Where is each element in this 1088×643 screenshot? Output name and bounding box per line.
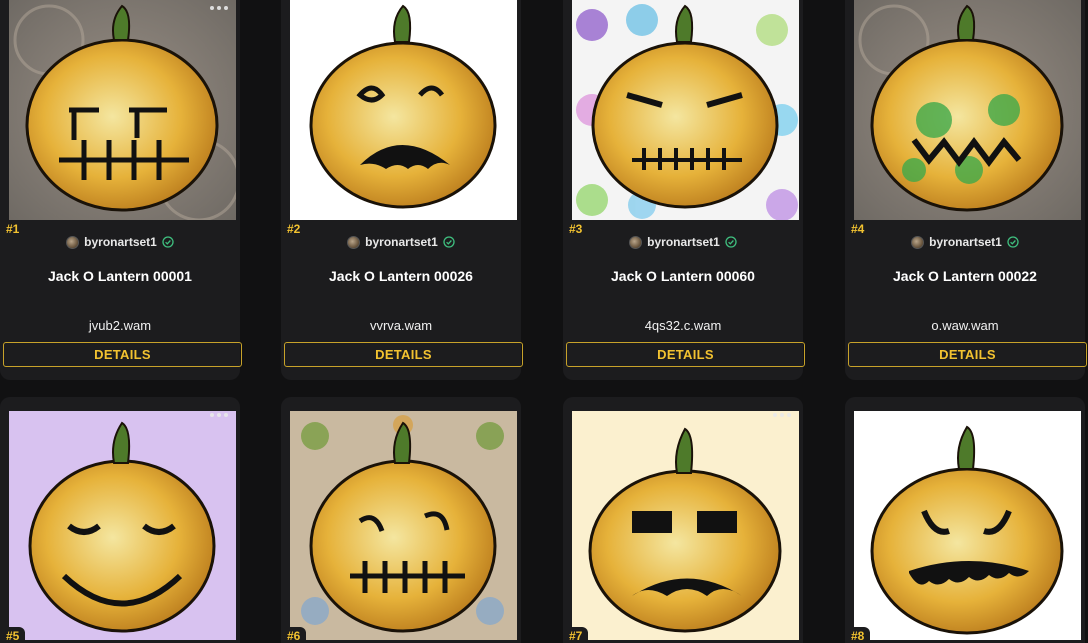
- verified-badge-icon: [443, 236, 455, 248]
- creator-avatar: [629, 235, 643, 249]
- nft-image[interactable]: [572, 0, 799, 220]
- creator-avatar: [911, 235, 925, 249]
- verified-badge-icon: [725, 236, 737, 248]
- creator-name: byronartset1: [365, 235, 438, 249]
- rank-badge: #4: [846, 220, 871, 238]
- creator-name: byronartset1: [929, 235, 1002, 249]
- nft-card[interactable]: #4 byronartset1 Jack O Lantern 00022 o.w…: [845, 0, 1087, 380]
- pumpkin-artwork: [9, 0, 236, 220]
- details-button[interactable]: DETAILS: [3, 342, 242, 367]
- pumpkin-artwork: [854, 0, 1081, 220]
- nft-title: Jack O Lantern 00060: [611, 268, 755, 284]
- rank-badge: #7: [564, 627, 589, 643]
- more-options-icon[interactable]: [210, 4, 232, 12]
- nft-image[interactable]: [854, 411, 1081, 640]
- nft-image[interactable]: [854, 0, 1081, 220]
- owner-name[interactable]: jvub2.wam: [0, 318, 240, 333]
- more-options-icon[interactable]: [773, 411, 795, 419]
- nft-card[interactable]: #6: [281, 397, 521, 643]
- nft-card[interactable]: #2 byronartset1 Jack O Lantern 00026 vvr…: [281, 0, 523, 380]
- nft-title: Jack O Lantern 00022: [893, 268, 1037, 284]
- verified-badge-icon: [162, 236, 174, 248]
- creator-row[interactable]: byronartset1: [281, 234, 521, 250]
- rank-badge: #5: [1, 627, 26, 643]
- nft-card[interactable]: #8: [845, 397, 1085, 643]
- pumpkin-artwork: [9, 411, 236, 640]
- more-options-icon[interactable]: [210, 411, 232, 419]
- rank-badge: #2: [282, 220, 307, 238]
- nft-card[interactable]: #7: [563, 397, 803, 643]
- details-button[interactable]: DETAILS: [848, 342, 1087, 367]
- details-button[interactable]: DETAILS: [284, 342, 523, 367]
- nft-title: Jack O Lantern 00026: [329, 268, 473, 284]
- creator-avatar: [347, 235, 361, 249]
- rank-badge: #6: [282, 627, 307, 643]
- pumpkin-artwork: [572, 411, 799, 640]
- pumpkin-artwork: [854, 411, 1081, 640]
- owner-name[interactable]: o.waw.wam: [845, 318, 1085, 333]
- creator-row[interactable]: byronartset1: [563, 234, 803, 250]
- nft-image[interactable]: [290, 0, 517, 220]
- creator-row[interactable]: byronartset1: [0, 234, 240, 250]
- pumpkin-artwork: [290, 0, 517, 220]
- rank-badge: #3: [564, 220, 589, 238]
- nft-card[interactable]: #3 byronartset1 Jack O Lantern 00060 4qs…: [563, 0, 805, 380]
- creator-row[interactable]: byronartset1: [845, 234, 1085, 250]
- rank-badge: #1: [1, 220, 26, 238]
- verified-badge-icon: [1007, 236, 1019, 248]
- creator-name: byronartset1: [84, 235, 157, 249]
- creator-name: byronartset1: [647, 235, 720, 249]
- rank-badge: #8: [846, 627, 871, 643]
- nft-card[interactable]: #1 byronartset1 Jack O Lantern 00001 jvu…: [0, 0, 242, 380]
- nft-card-grid: #1 byronartset1 Jack O Lantern 00001 jvu…: [0, 0, 1088, 643]
- owner-name[interactable]: 4qs32.c.wam: [563, 318, 803, 333]
- nft-image[interactable]: [290, 411, 517, 640]
- nft-image[interactable]: [572, 411, 799, 640]
- nft-image[interactable]: [9, 0, 236, 220]
- owner-name[interactable]: vvrva.wam: [281, 318, 521, 333]
- nft-image[interactable]: [9, 411, 236, 640]
- details-button[interactable]: DETAILS: [566, 342, 805, 367]
- creator-avatar: [66, 235, 80, 249]
- pumpkin-artwork: [290, 411, 517, 640]
- pumpkin-artwork: [572, 0, 799, 220]
- nft-title: Jack O Lantern 00001: [48, 268, 192, 284]
- nft-card[interactable]: #5: [0, 397, 240, 643]
